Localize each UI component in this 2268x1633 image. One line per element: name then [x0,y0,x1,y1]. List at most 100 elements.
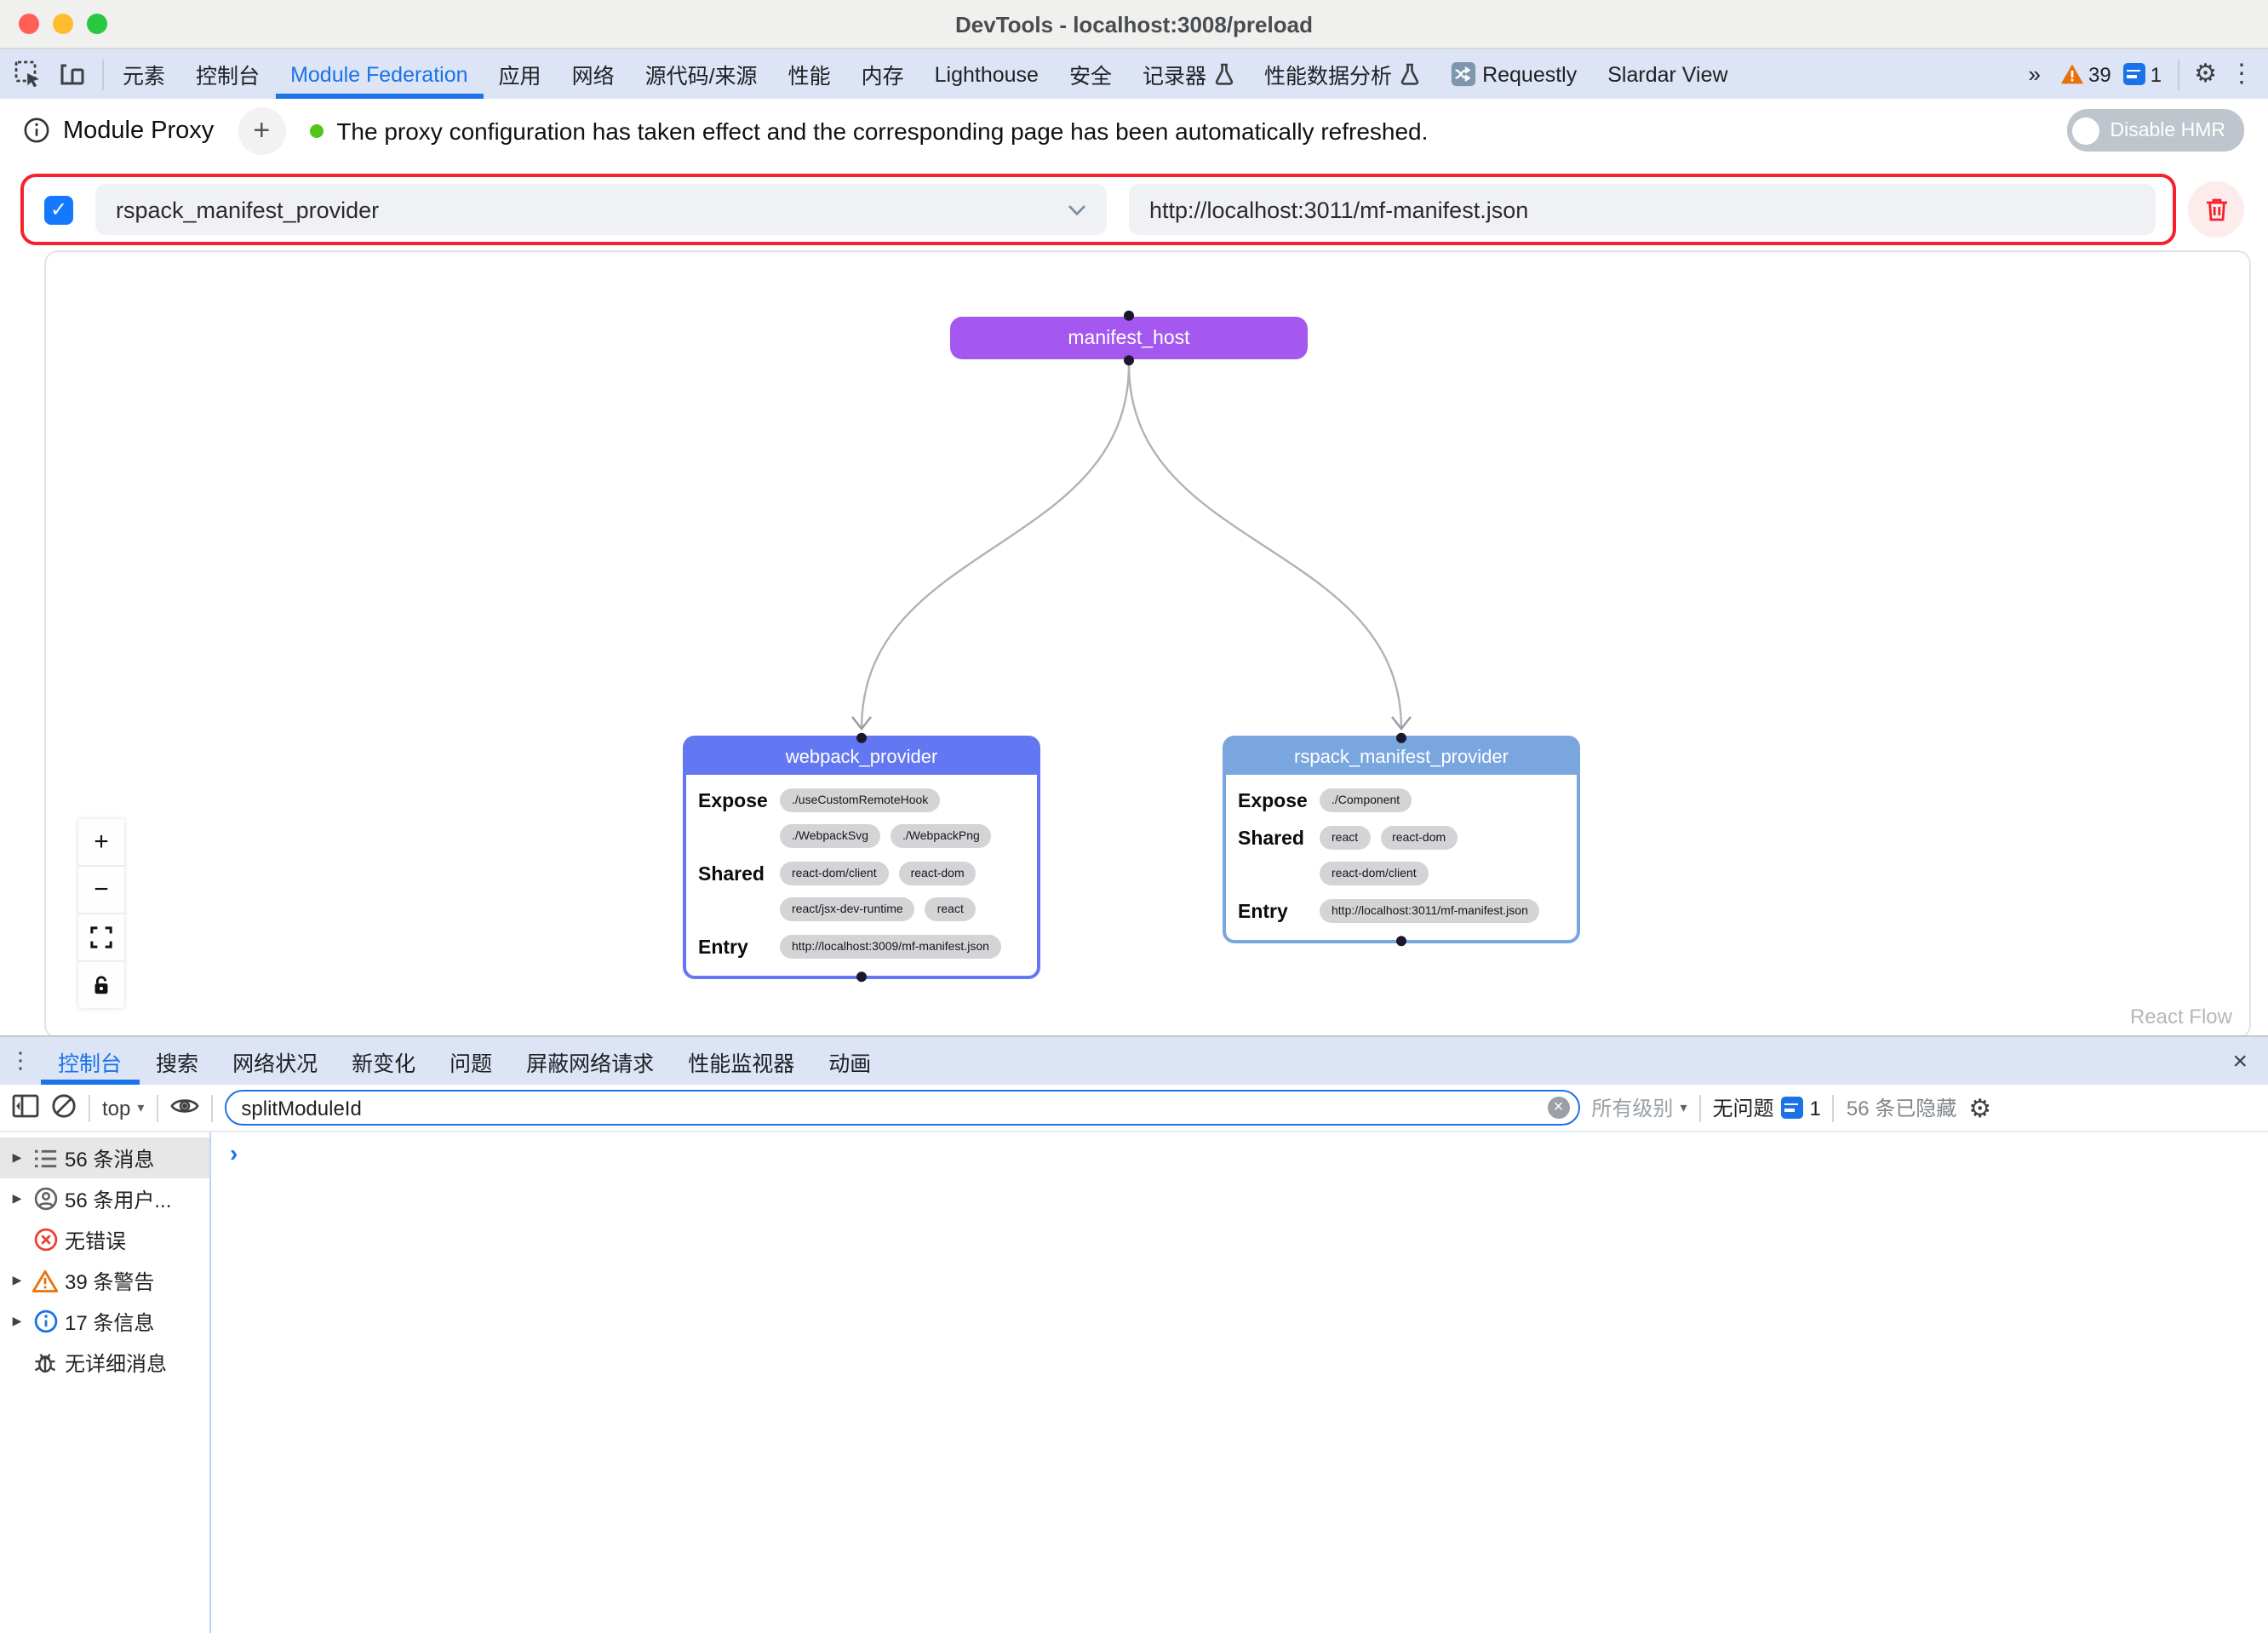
tab-module-federation[interactable]: Module Federation [275,49,483,99]
expand-caret-icon[interactable]: ▶ [9,1151,26,1165]
tab-label: 源代码/来源 [645,58,758,90]
expose-row: Expose ./useCustomRemoteHook./WebpackSvg… [698,788,1025,848]
zoom-out-button[interactable]: − [78,867,124,914]
hidden-messages-count: 56 条已隐藏 [1847,1093,1956,1122]
disable-hmr-toggle[interactable]: Disable HMR [2068,109,2245,152]
toggle-knob [2073,117,2100,144]
tab-网络[interactable]: 网络 [557,49,630,99]
levels-value: 所有级别 [1591,1093,1673,1122]
toolbar-separator [156,1094,158,1121]
console-sidebar-item-warning[interactable]: ▶ 39 条警告 [0,1260,209,1301]
drawer-menu-icon[interactable]: ⋮ [0,1047,41,1074]
module-pill: ./Component [1320,788,1412,812]
tabbar-separator [2177,59,2179,89]
live-expression-eye-icon[interactable] [169,1094,198,1121]
console-sidebar-item-user[interactable]: ▶56 条用户... [0,1178,209,1219]
flow-node-manifest-host[interactable]: manifest_host [950,317,1308,359]
tab-元素[interactable]: 元素 [107,49,180,99]
node-title: webpack_provider [686,739,1037,775]
more-tabs-button[interactable]: » [2022,61,2048,87]
delete-rule-button[interactable] [2188,181,2244,238]
close-drawer-icon[interactable]: × [2212,1046,2268,1075]
tab-控制台[interactable]: 控制台 [180,49,275,99]
console-tab-问题[interactable]: 问题 [432,1037,509,1085]
tab-安全[interactable]: 安全 [1054,49,1127,99]
shared-row: Shared react-dom/clientreact-domreact/js… [698,862,1025,921]
tab-性能[interactable]: 性能 [773,49,846,99]
proxy-status-message: The proxy configuration has taken effect… [336,117,1428,144]
toolbar-separator [1833,1094,1835,1121]
provider-select[interactable]: rspack_manifest_provider [95,184,1107,235]
console-tab-性能监视器[interactable]: 性能监视器 [671,1037,811,1085]
module-graph-panel[interactable]: manifest_host webpack_provider Expose ./… [44,250,2251,1039]
flow-edges [46,252,2249,1037]
filter-input[interactable] [241,1096,1537,1120]
message-bubble-icon [1781,1097,1803,1119]
tabbar-left-icons [0,54,99,95]
flow-node-webpack-provider[interactable]: webpack_provider Expose ./useCustomRemot… [683,736,1040,979]
module-pill: react-dom [1380,826,1458,850]
console-sidebar-item-list[interactable]: ▶56 条消息 [0,1137,209,1178]
console-tab-搜索[interactable]: 搜索 [139,1037,215,1085]
rule-enabled-checkbox[interactable]: ✓ [44,195,73,224]
devtools-menu-icon[interactable]: ⋮ [2229,61,2254,87]
sidebar-item-label: 39 条警告 [65,1266,154,1295]
flow-node-rspack-manifest-provider[interactable]: rspack_manifest_provider Expose ./Compon… [1223,736,1580,943]
issues-count: 1 [1810,1096,1821,1120]
tab-label: Requestly [1482,62,1577,86]
react-flow-attribution[interactable]: React Flow [2130,1005,2232,1029]
tab-内存[interactable]: 内存 [846,49,919,99]
info-icon[interactable] [24,117,49,143]
tab-slardar-view[interactable]: Slardar View [1592,49,1743,99]
tab-性能数据分析[interactable]: 性能数据分析 [1249,49,1435,99]
sidebar-item-label: 无详细消息 [65,1348,167,1377]
console-tab-动画[interactable]: 动画 [811,1037,888,1085]
console-tab-屏蔽网络请求[interactable]: 屏蔽网络请求 [509,1037,671,1085]
module-proxy-title: Module Proxy [63,117,214,144]
chevron-down-icon: ▾ [1680,1100,1687,1115]
console-sidebar-item-error[interactable]: 无错误 [0,1219,209,1260]
tab-应用[interactable]: 应用 [484,49,557,99]
tab-requestly[interactable]: Requestly [1435,49,1592,99]
expand-caret-icon[interactable]: ▶ [9,1274,26,1287]
console-sidebar-item-info[interactable]: ▶17 条信息 [0,1301,209,1342]
warnings-badge[interactable]: 39 [2059,62,2111,86]
expose-label: Expose [698,788,770,812]
console-tab-控制台[interactable]: 控制台 [41,1037,139,1085]
minimize-window-button[interactable] [53,14,73,34]
clear-filter-icon[interactable]: × [1547,1097,1569,1119]
maximize-window-button[interactable] [87,14,107,34]
module-pill: ./WebpackPng [891,824,992,848]
console-messages-area[interactable]: › [211,1132,2268,1633]
console-tab-新变化[interactable]: 新变化 [335,1037,432,1085]
context-selector[interactable]: top ▾ [102,1096,144,1120]
console-tab-网络状况[interactable]: 网络状况 [215,1037,335,1085]
manifest-url-input[interactable] [1129,184,2156,235]
zoom-in-button[interactable]: + [78,819,124,867]
fit-view-button[interactable] [78,914,124,962]
console-sidebar-item-bug[interactable]: 无详细消息 [0,1342,209,1383]
unlock-icon [90,974,112,996]
close-window-button[interactable] [19,14,39,34]
issues-status[interactable]: 无问题 1 [1712,1093,1820,1122]
console-sidebar-toggle-icon[interactable] [12,1092,39,1123]
expand-caret-icon[interactable]: ▶ [9,1315,26,1328]
add-proxy-rule-button[interactable]: + [238,106,285,154]
messages-badge[interactable]: 1 [2123,62,2162,86]
console-settings-gear-icon[interactable]: ⚙ [1968,1092,1991,1123]
tab-lighthouse[interactable]: Lighthouse [919,49,1054,99]
lock-button[interactable] [78,962,124,1008]
tab-记录器[interactable]: 记录器 [1127,49,1249,99]
settings-gear-icon[interactable]: ⚙ [2194,61,2217,87]
tab-源代码-来源[interactable]: 源代码/来源 [630,49,773,99]
error-icon [32,1227,58,1252]
console-filter: × [224,1090,1579,1126]
device-toolbar-icon[interactable] [51,54,92,95]
console-sidebar: ▶56 条消息▶56 条用户...无错误 ▶ 39 条警告 ▶17 条信息无详细消息 [0,1132,211,1633]
clear-console-icon[interactable] [51,1092,77,1123]
inspect-element-icon[interactable] [7,54,48,95]
log-levels-dropdown[interactable]: 所有级别 ▾ [1591,1093,1687,1122]
expand-caret-icon[interactable]: ▶ [9,1192,26,1206]
chevron-down-icon: ▾ [137,1100,144,1115]
shared-pills: react-dom/clientreact-domreact/jsx-dev-r… [780,862,1025,921]
